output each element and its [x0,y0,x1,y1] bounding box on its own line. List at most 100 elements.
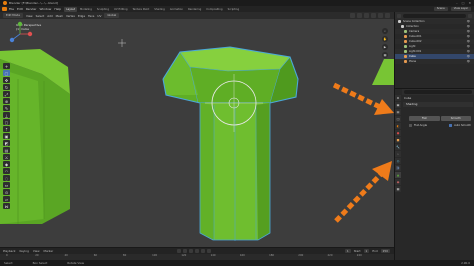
visibility-eye-icon[interactable]: 👁 [467,50,470,53]
shear-tool-icon[interactable]: ▱ [3,196,10,202]
modifier-tab-icon[interactable]: 🔧 [395,144,401,150]
visibility-eye-icon[interactable]: 👁 [467,45,470,48]
bevel-tool-icon[interactable]: ◩ [3,140,10,146]
timeline-menu-playback[interactable]: Playback [3,249,15,253]
smooth-tool-icon[interactable]: ◌ [3,175,10,181]
current-frame-field[interactable]: 1 [344,249,351,253]
camera-view-icon[interactable]: ▶ [382,44,388,50]
poly-build-tool-icon[interactable]: ◆ [3,161,10,167]
scale-tool-icon[interactable]: ⤢ [3,91,10,97]
physics-tab-icon[interactable]: ◎ [395,158,401,164]
knife-tool-icon[interactable]: ⚔ [3,154,10,160]
spin-tool-icon[interactable]: ◠ [3,168,10,174]
visibility-eye-icon[interactable]: 👁 [467,30,470,33]
rotate-tool-icon[interactable]: ↻ [3,84,10,90]
play-icon[interactable] [195,249,200,253]
mode-dropdown[interactable]: Edit Mode [3,13,23,18]
display-mode-icon[interactable] [397,13,401,18]
measure-tool-icon[interactable]: ⟂ [3,112,10,118]
visibility-eye-icon[interactable]: 👁 [467,20,470,23]
wireframe-shading-icon[interactable] [364,13,369,18]
perspective-toggle-icon[interactable]: ▦ [382,52,388,58]
transform-orientation-dropdown[interactable]: Global [104,13,120,18]
constraints-tab-icon[interactable]: ⛓ [395,165,401,171]
timeline-menu-view[interactable]: View [33,249,40,253]
flat-angle-checkbox[interactable] [409,124,412,127]
end-frame-field[interactable]: 250 [380,249,390,253]
next-keyframe-icon[interactable] [201,249,206,253]
prev-keyframe-icon[interactable] [183,249,188,253]
object-tab-icon[interactable]: ■ [395,137,401,143]
minimize-icon[interactable]: – [456,1,458,5]
pan-icon[interactable]: ✋ [382,36,388,42]
world-tab-icon[interactable]: ● [395,130,401,136]
tool-tab-icon[interactable]: ⚙ [395,95,401,101]
properties-search-input[interactable] [404,90,472,94]
viewport-menu-view[interactable]: View [26,14,33,18]
timeline-menu-keying[interactable]: Keying [19,249,28,253]
workspace-tab-compositing[interactable]: Compositing [204,7,224,12]
view-layer-field[interactable]: View Layer [450,7,471,11]
output-tab-icon[interactable]: ▤ [395,109,401,115]
viewport-menu-select[interactable]: Select [36,14,45,18]
workspace-tab-modeling[interactable]: Modeling [78,7,94,12]
shade-smooth-button[interactable]: Smooth [440,116,471,121]
move-tool-icon[interactable]: ✥ [3,77,10,83]
menu-render[interactable]: Render [26,7,37,11]
select-box-tool-icon[interactable]: ▢ [3,70,10,76]
close-icon[interactable]: ✕ [468,1,471,5]
visibility-eye-icon[interactable]: 👁 [467,55,470,58]
material-tab-icon[interactable]: ◉ [395,179,401,185]
rendered-shading-icon[interactable] [385,13,390,18]
visibility-eye-icon[interactable]: 👁 [467,35,470,38]
outliner-search-input[interactable] [403,13,466,18]
workspace-tab-layout[interactable]: Layout [64,6,78,12]
blender-menu-icon[interactable] [2,7,7,11]
viewport-menu-uv[interactable]: UV [97,14,101,18]
solid-shading-icon[interactable] [371,13,376,18]
window-controls[interactable]: – □ ✕ [456,1,471,5]
workspace-tab-shading[interactable]: Shading [152,7,167,12]
texture-tab-icon[interactable]: ▦ [395,186,401,192]
viewport-menu-face[interactable]: Face [88,14,94,18]
menu-window[interactable]: Window [40,7,52,11]
zoom-icon[interactable]: ⌕ [382,28,388,34]
visibility-eye-icon[interactable]: 👁 [467,25,470,28]
view-layer-tab-icon[interactable]: ◫ [395,116,401,122]
particles-tab-icon[interactable]: ∴ [395,151,401,157]
filter-icon[interactable] [468,13,472,18]
render-tab-icon[interactable]: ▣ [395,102,401,108]
auto-smooth-checkbox[interactable] [449,124,453,127]
viewport-menu-vertex[interactable]: Vertex [66,14,75,18]
menu-help[interactable]: Help [54,7,61,11]
overlay-icon[interactable] [350,13,355,18]
workspace-tab-animation[interactable]: Animation [168,7,185,12]
shrink-tool-icon[interactable]: ⊙ [3,189,10,195]
maximize-icon[interactable]: □ [462,1,465,5]
workspace-tab-sculpting[interactable]: Sculpting [95,7,111,12]
object-data-tab-icon[interactable]: ▲ [395,172,401,178]
scene-field[interactable]: Scene [433,7,448,11]
annotate-tool-icon[interactable]: ✎ [3,105,10,111]
loop-cut-tool-icon[interactable]: ▤ [3,147,10,153]
outliner-row[interactable]: Plane 👁 [395,59,474,64]
workspace-tab-scripting[interactable]: Scripting [226,7,242,12]
cursor-tool-icon[interactable]: + [3,63,10,69]
rip-tool-icon[interactable]: ⋈ [3,203,10,209]
selected-mesh-object[interactable] [162,46,299,241]
edge-slide-tool-icon[interactable]: ⇔ [3,182,10,188]
shading-panel-header[interactable]: Shading [403,102,473,107]
left-mesh-object[interactable] [0,49,70,224]
viewport-menu-mesh[interactable]: Mesh [56,14,63,18]
jump-start-icon[interactable] [177,249,182,253]
timeline-menu-marker[interactable]: Marker [44,249,54,253]
viewport-menu-add[interactable]: Add [47,14,52,18]
xray-icon[interactable] [357,13,362,18]
add-cube-tool-icon[interactable]: ◻ [3,119,10,125]
menu-edit[interactable]: Edit [17,7,23,11]
3d-viewport[interactable]: User Perspective (1) Cube + ▢ ✥ ↻ ⤢ ⊕ ✎ … [0,19,394,247]
navigation-gizmo[interactable] [0,19,40,49]
material-shading-icon[interactable] [378,13,383,18]
inset-tool-icon[interactable]: ▣ [3,133,10,139]
extrude-tool-icon[interactable]: ⇡ [3,126,10,132]
